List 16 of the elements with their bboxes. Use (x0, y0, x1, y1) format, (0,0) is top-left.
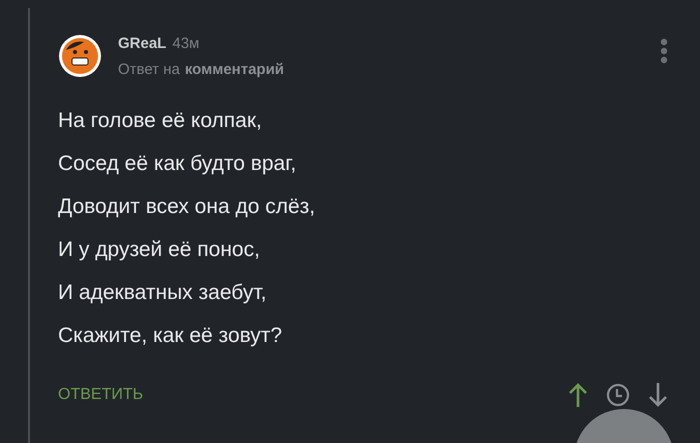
comment-text-line: Сосед её как будто враг, (58, 151, 298, 177)
comment-time: 43м (172, 34, 200, 52)
reply-prefix: Ответ на (118, 60, 180, 78)
avatar-icon (58, 34, 102, 78)
comment-text-line: Доводит всех она до слёз, (58, 194, 316, 220)
comment-text-line: На голове её колпак, (58, 108, 263, 134)
clock-icon[interactable] (606, 383, 630, 407)
author-name[interactable]: GReaL (118, 34, 166, 52)
upvote-icon[interactable] (568, 382, 588, 408)
comment-text-line: Скажите, как её зовут? (58, 323, 284, 349)
reply-target-link[interactable]: комментарий (184, 60, 284, 78)
comment-text-line: И адекватных заебут, (58, 280, 268, 306)
more-options-icon[interactable] (660, 38, 668, 64)
reply-button[interactable]: ОТВЕТИТЬ (58, 386, 144, 404)
downvote-icon[interactable] (648, 382, 668, 408)
comment-text-line: И у друзей её понос, (58, 237, 261, 263)
